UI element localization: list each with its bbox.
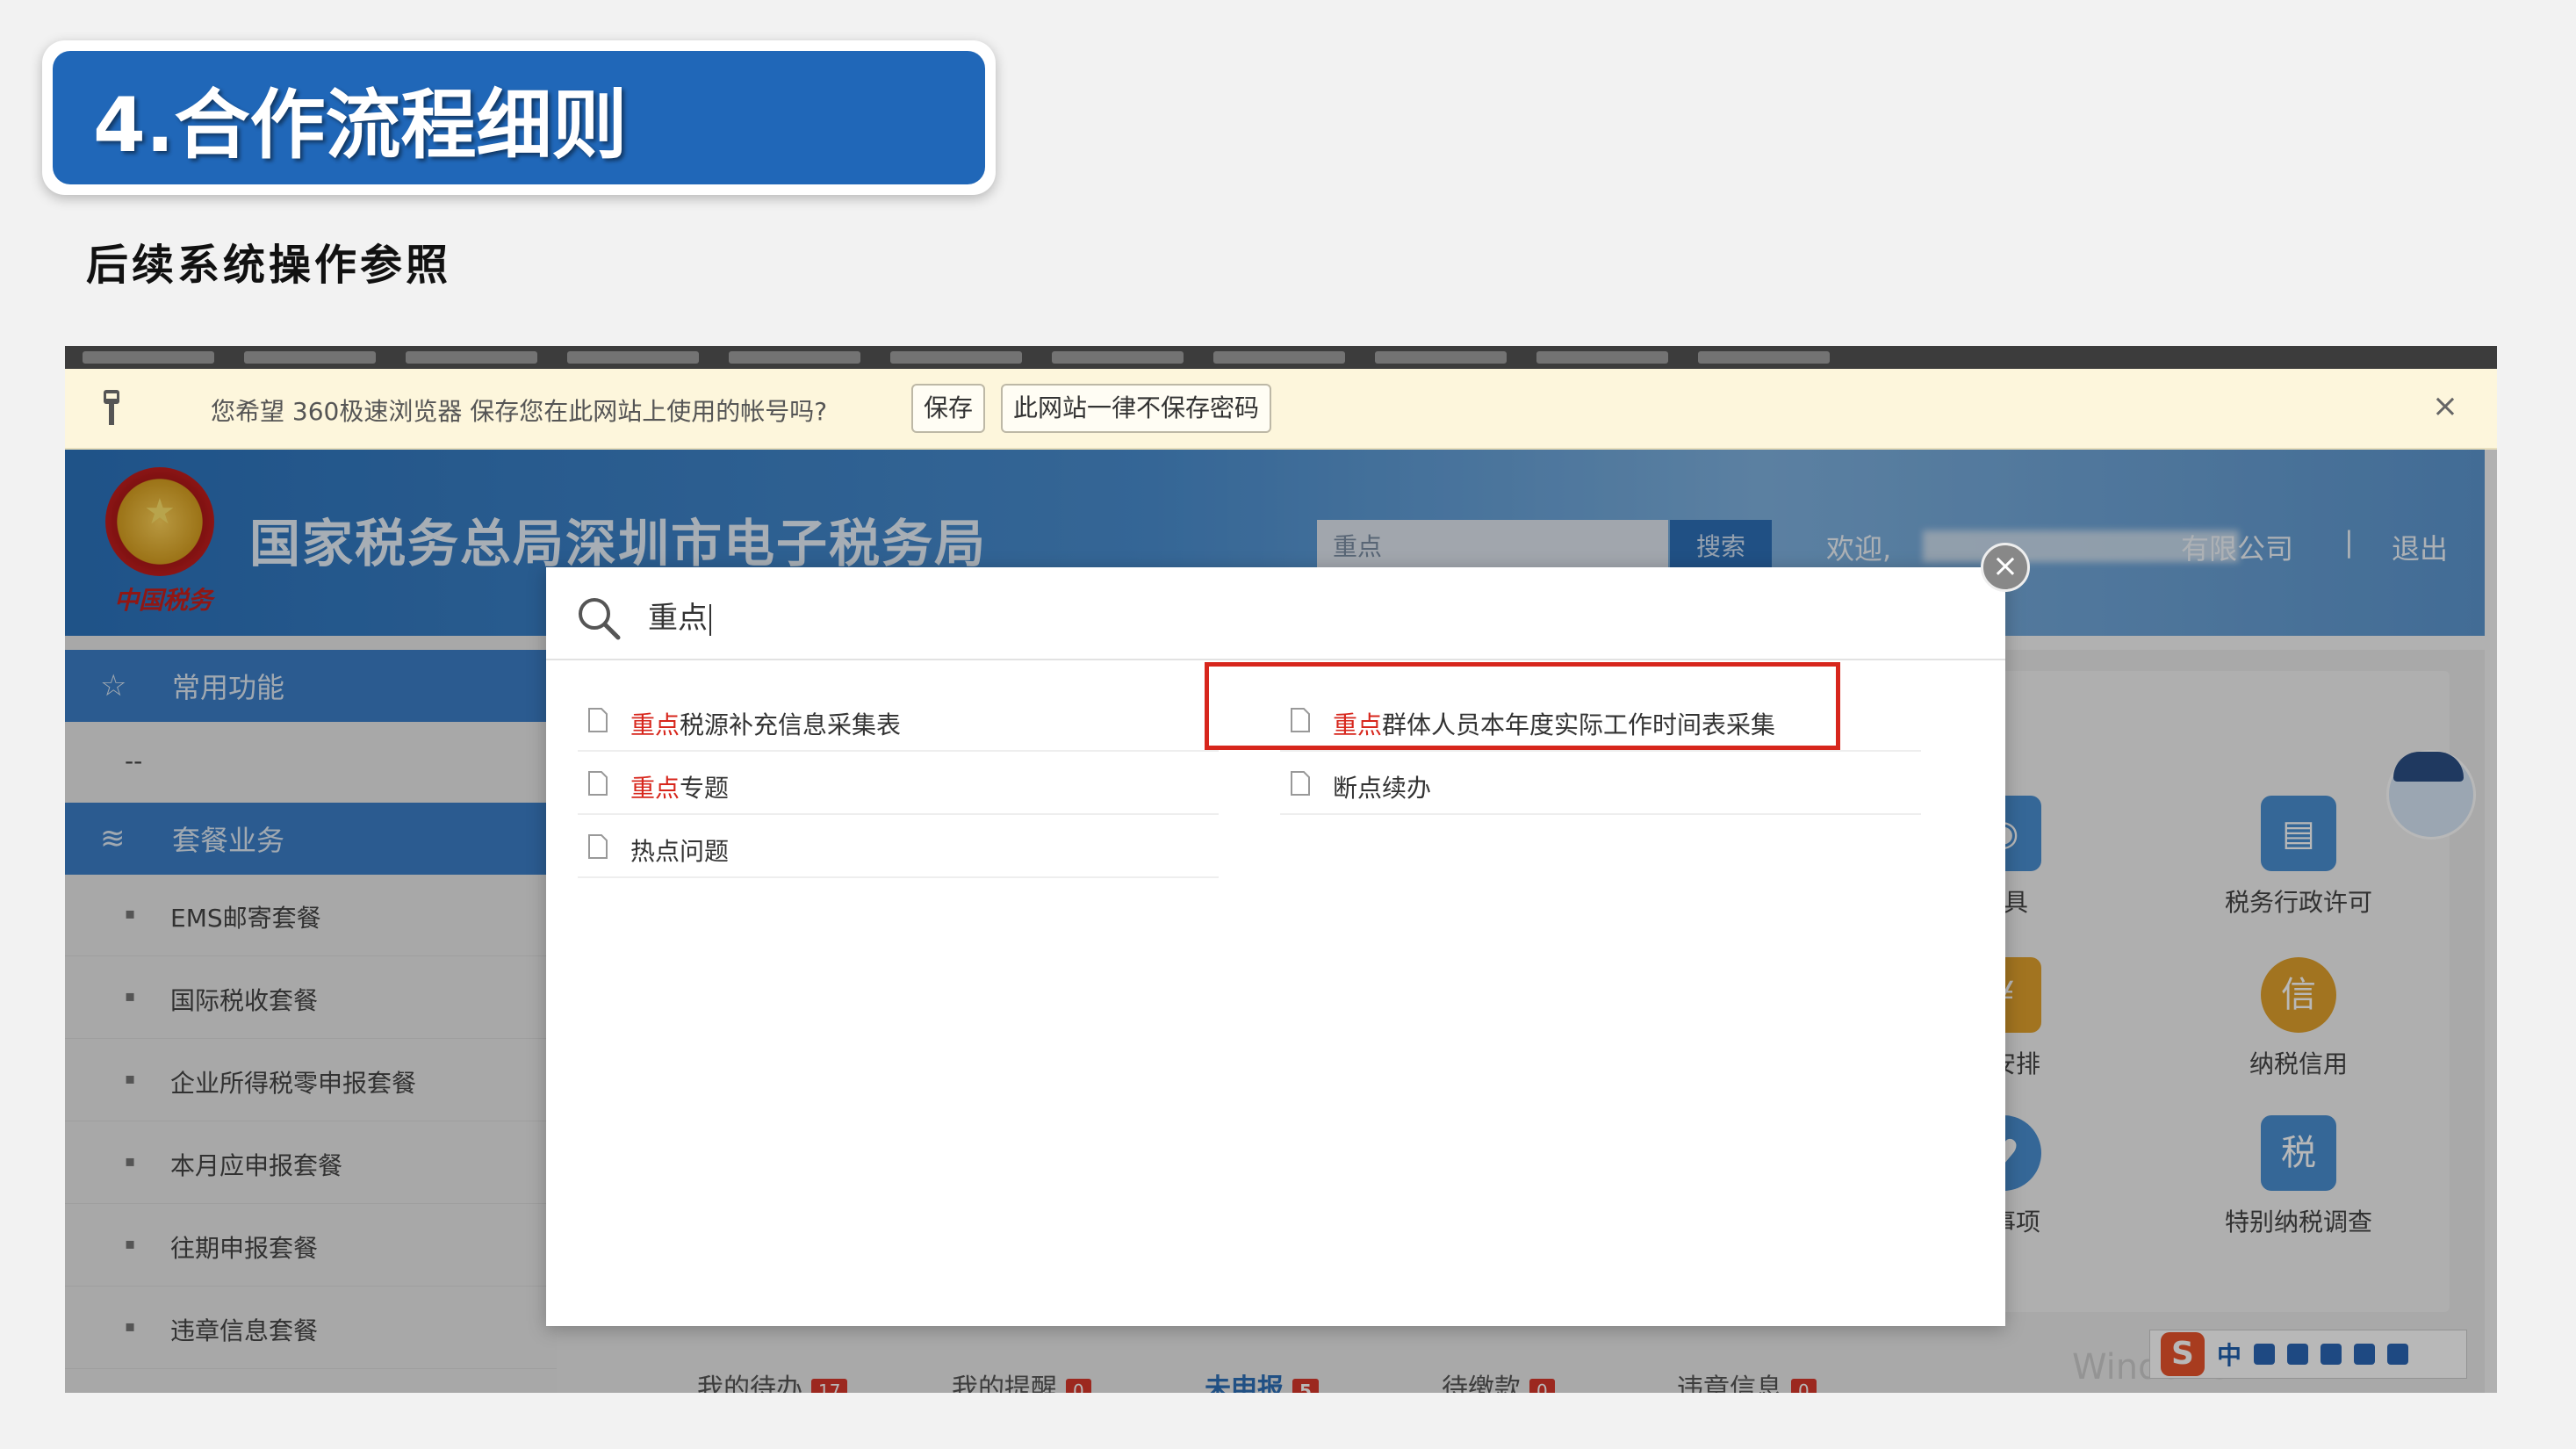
password-bar-message: 您希望 360极速浏览器 保存您在此网站上使用的帐号吗? (211, 397, 828, 426)
bookmark-item[interactable] (1698, 351, 1830, 364)
bookmark-item[interactable] (1213, 351, 1345, 364)
search-icon (579, 598, 621, 640)
save-password-button[interactable]: 保存 (911, 384, 986, 433)
search-input[interactable]: 重点 (648, 594, 711, 637)
browser-screenshot: 您希望 360极速浏览器 保存您在此网站上使用的帐号吗? 保存 此网站一律不保存… (65, 346, 2497, 1393)
bookmark-item[interactable] (1375, 351, 1507, 364)
password-save-bar: 您希望 360极速浏览器 保存您在此网站上使用的帐号吗? 保存 此网站一律不保存… (65, 369, 2497, 450)
highlight-annotation-box (1205, 662, 1840, 750)
search-result-item[interactable]: 热点问题 (578, 815, 1219, 878)
bookmark-item[interactable] (1536, 351, 1668, 364)
close-icon[interactable]: × (1981, 543, 2030, 592)
slide-title-box: 4.合作流程细则 (42, 40, 996, 195)
key-icon (104, 390, 119, 425)
search-result-item[interactable]: 重点税源补充信息采集表 (578, 688, 1219, 752)
bookmark-item[interactable] (406, 351, 537, 364)
slide-subtitle: 后续系统操作参照 (86, 241, 452, 290)
search-result-item[interactable]: 断点续办 (1280, 752, 1921, 815)
document-icon (588, 708, 608, 732)
search-result-item[interactable]: 重点专题 (578, 752, 1219, 815)
bookmark-item[interactable] (244, 351, 376, 364)
bookmarks-bar (65, 346, 2497, 369)
bookmark-item[interactable] (83, 351, 214, 364)
document-icon (1291, 771, 1310, 796)
never-save-password-button[interactable]: 此网站一律不保存密码 (1001, 384, 1272, 433)
popup-search-bar[interactable]: 重点 (546, 567, 2005, 660)
document-icon (588, 771, 608, 796)
close-icon[interactable]: × (2432, 388, 2458, 424)
bookmark-item[interactable] (729, 351, 860, 364)
slide-title: 4.合作流程细则 (53, 51, 985, 184)
bookmark-item[interactable] (1052, 351, 1184, 364)
bookmark-item[interactable] (890, 351, 1022, 364)
document-icon (588, 834, 608, 859)
bookmark-item[interactable] (567, 351, 699, 364)
